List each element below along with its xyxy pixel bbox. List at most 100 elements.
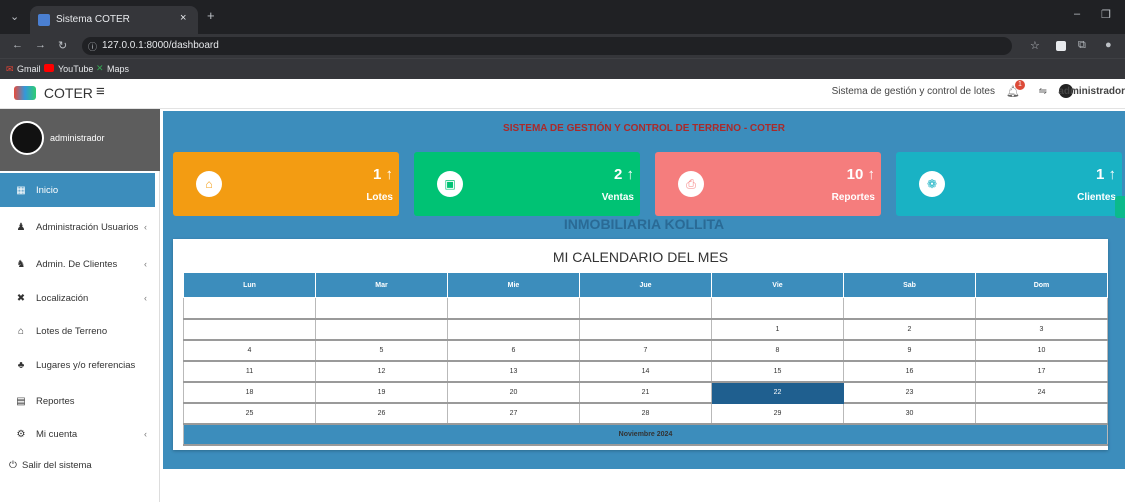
calendar-day-cell[interactable]: 24 [975,381,1108,404]
calendar-day-cell[interactable]: 16 [843,360,976,383]
calendar-day-cell[interactable]: 19 [315,381,448,404]
sidebar-item-salir[interactable]: ⏻ Salir del sistema [0,448,155,482]
calendar-day-cell[interactable] [975,402,1108,425]
calendar-day-cell[interactable] [315,318,448,341]
back-icon[interactable]: ← [12,39,23,51]
settings-sliders-icon[interactable]: ⇋ [1039,86,1047,97]
calendar-day-cell[interactable]: 28 [579,402,712,425]
stat-label: Clientes [1077,192,1116,203]
sidebar-item-usuarios[interactable]: ♟ Administración Usuarios ‹ [0,210,155,244]
calendar-day-cell[interactable]: 7 [579,339,712,362]
sidebar-item-label: Inicio [36,184,59,196]
calendar-day-cell[interactable]: 18 [183,381,316,404]
gmail-icon: ✉ [6,64,14,74]
calendar-day-cell[interactable] [843,297,976,320]
new-tab-icon[interactable]: + [207,8,215,23]
sidebar-item-label: Reportes [36,395,75,407]
sidebar-item-clientes[interactable]: ♞ Admin. De Clientes ‹ [0,247,155,281]
stat-box-clientes[interactable]: ❁ 1 ↑ Clientes [896,152,1122,216]
calendar-day-cell[interactable]: 10 [975,339,1108,362]
sidebar-username: administrador [50,133,105,143]
calendar-day-cell[interactable] [711,297,844,320]
brand[interactable]: COTER [14,84,93,101]
sidebar-item-localizacion[interactable]: ✖ Localización ‹ [0,281,155,315]
user-menu[interactable]: administrador [1058,86,1125,97]
maps-icon: ✕ [96,63,104,73]
calendar-day-cell[interactable] [579,297,712,320]
calendar-day-cell[interactable]: 23 [843,381,976,404]
calendar-day-cell[interactable] [315,297,448,320]
chevron-left-icon: ‹ [144,429,147,439]
calendar-day-cell[interactable]: 15 [711,360,844,383]
calendar-day-cell[interactable]: 13 [447,360,580,383]
extensions-puzzle-icon[interactable]: ⧉ [1078,39,1086,52]
pdf-icon: ⎙ [678,171,704,197]
calendar-day-cell[interactable] [447,297,580,320]
calendar-day-cell[interactable]: 3 [975,318,1108,341]
tree-icon: ♣ [17,359,25,371]
settings-gear-tab[interactable] [1115,196,1125,218]
tab-list-icon[interactable]: ⌄ [10,10,19,23]
calendar-day-cell[interactable]: 12 [315,360,448,383]
sidebar-item-mi-cuenta[interactable]: ⚙ Mi cuenta ‹ [0,417,155,451]
calendar-day-cell[interactable]: 11 [183,360,316,383]
calendar-day-cell[interactable]: 2 [843,318,976,341]
close-tab-icon[interactable]: × [180,12,186,24]
forward-icon[interactable]: → [35,39,46,51]
calendar-day-cell[interactable]: 17 [975,360,1108,383]
sidebar-item-lugares[interactable]: ♣ Lugares y/o referencias [0,348,155,382]
url-field[interactable]: ⓘ 127.0.0.1:8000/dashboard [82,37,1012,55]
calendar-day-cell[interactable]: 29 [711,402,844,425]
calendar-day-cell[interactable]: 4 [183,339,316,362]
day-header: Jue [579,272,712,298]
sidebar-item-label: Administración Usuarios [36,221,139,233]
bookmark-maps[interactable]: Maps [107,64,129,74]
system-label: Sistema de gestión y control de lotes [831,86,995,97]
company-name: INMOBILIARIA KOLLITA [563,216,725,232]
reload-icon[interactable]: ↻ [58,39,67,52]
calendar-day-cell[interactable]: 8 [711,339,844,362]
minimize-icon[interactable]: – [1074,8,1080,20]
stat-label: Ventas [601,192,634,203]
bookmark-gmail[interactable]: Gmail [17,64,41,74]
restore-icon[interactable]: ❐ [1101,8,1111,21]
calendar-day-cell[interactable]: 1 [711,318,844,341]
day-header: Lun [183,272,316,298]
stat-box-reportes[interactable]: ⎙ 10 ↑ Reportes [655,152,881,216]
stat-label: Reportes [831,192,875,203]
bookmark-youtube[interactable]: YouTube [58,64,93,74]
calendar-day-cell[interactable]: 5 [315,339,448,362]
calendar-day-cell[interactable]: 22 [711,381,844,404]
profile-icon[interactable]: ● [1105,39,1112,51]
calendar-day-cell[interactable]: 25 [183,402,316,425]
sidebar-item-label: Lotes de Terreno [36,325,108,337]
calendar-day-cell[interactable]: 30 [843,402,976,425]
calendar-day-cell[interactable]: 26 [315,402,448,425]
sidebar-item-label: Localización [36,292,89,304]
sidebar-item-label: Admin. De Clientes [36,258,118,270]
browser-tab[interactable]: Sistema COTER × [30,6,198,34]
favicon-icon [38,14,50,26]
menu-toggle-icon[interactable]: ≡ [96,83,105,100]
stat-box-ventas[interactable]: ▣ 2 ↑ Ventas [414,152,640,216]
calendar-day-cell[interactable]: 20 [447,381,580,404]
site-info-icon[interactable]: ⓘ [88,40,97,53]
sidebar-item-reportes[interactable]: ▤ Reportes [0,384,155,418]
calendar-day-cell[interactable]: 27 [447,402,580,425]
calendar-day-cell[interactable] [579,318,712,341]
users-icon: ❁ [919,171,945,197]
extension-icon[interactable] [1056,41,1066,51]
calendar-day-cell[interactable] [183,297,316,320]
calendar-day-cell[interactable]: 6 [447,339,580,362]
cogs-icon: ⚙ [16,428,26,440]
stat-box-lotes[interactable]: ⌂ 1 ↑ Lotes [173,152,399,216]
calendar-day-cell[interactable]: 14 [579,360,712,383]
sidebar-item-inicio[interactable]: ▦ Inicio [0,173,155,207]
calendar-day-cell[interactable]: 21 [579,381,712,404]
sidebar-item-lotes[interactable]: ⌂ Lotes de Terreno [0,314,155,348]
calendar-day-cell[interactable] [183,318,316,341]
calendar-day-cell[interactable] [975,297,1108,320]
bookmark-star-icon[interactable]: ☆ [1030,39,1040,52]
calendar-day-cell[interactable] [447,318,580,341]
calendar-day-cell[interactable]: 9 [843,339,976,362]
